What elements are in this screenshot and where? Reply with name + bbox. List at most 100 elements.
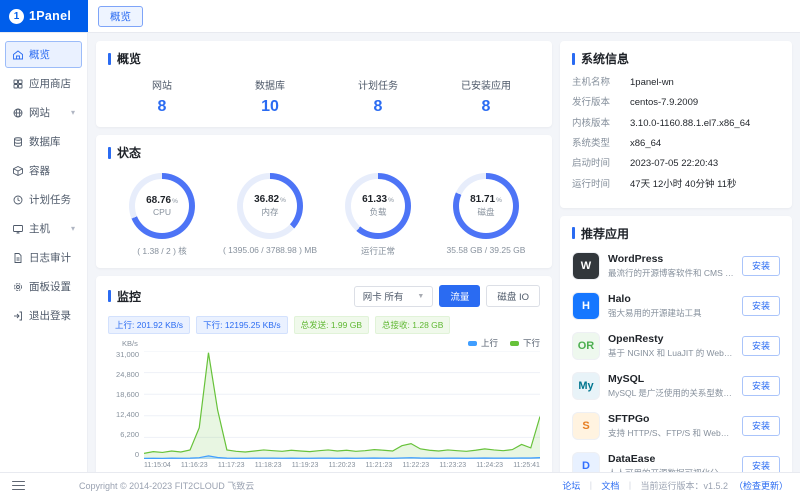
brand-logo-icon: 1: [9, 8, 24, 24]
sidebar-item[interactable]: 退出登录: [5, 302, 82, 329]
sidebar-item[interactable]: 数据库: [5, 128, 82, 155]
sidebar-item-icon: [12, 136, 24, 148]
system-info-row: 主机名称 1panel-wn: [572, 77, 780, 90]
install-button[interactable]: 安装: [741, 295, 780, 316]
status-gauge: 36.82% 内存 ( 1395.06 / 3788.98 ) MB: [216, 173, 324, 257]
y-tick-label: 18,600: [116, 390, 139, 400]
title-accent-bar: [108, 290, 111, 302]
app-icon: OR: [572, 331, 600, 360]
sidebar-item[interactable]: 日志审计: [5, 244, 82, 271]
gauge-label: 负载: [369, 207, 387, 217]
chevron-down-icon: ▾: [70, 224, 75, 233]
y-tick-label: 24,800: [116, 370, 139, 380]
system-info-rows: 主机名称 1panel-wn 发行版本 centos-7.9.2009 内核版本: [572, 77, 780, 191]
stat-tag: 总接收: 1.28 GB: [375, 316, 451, 334]
traffic-button[interactable]: 流量: [439, 285, 481, 307]
sidebar-item-label: 面板设置: [29, 281, 71, 293]
overview-stat[interactable]: 网站 8: [108, 77, 216, 116]
sidebar-item[interactable]: 概览: [5, 41, 82, 68]
sidebar-item[interactable]: 容器: [5, 157, 82, 184]
sidebar-item-icon: [12, 252, 24, 264]
app-icon: H: [572, 291, 600, 320]
disk-io-button[interactable]: 磁盘 IO: [486, 285, 540, 307]
overview-stat[interactable]: 已安装应用 8: [432, 77, 540, 116]
left-column: 概览 网站 8 数据库 10 计划任务 8 已安装应用 8 状态 68.76% …: [96, 41, 552, 472]
app-name[interactable]: WordPress: [608, 253, 734, 265]
check-update-link[interactable]: （检查更新）: [734, 479, 788, 492]
sidebar-collapse-icon[interactable]: [12, 480, 25, 491]
app-name[interactable]: MySQL: [608, 373, 734, 385]
stat-value: 8: [157, 98, 167, 115]
app-description: 基于 NGINX 和 LuaJIT 的 Web 平台: [608, 348, 734, 359]
stat-label: 网站: [152, 81, 172, 92]
app-icon: W: [572, 251, 600, 280]
chart-legend: 上行 下行: [467, 337, 540, 349]
x-tick-label: 11:16:23: [180, 462, 208, 469]
stat-value: 8: [481, 98, 491, 115]
sidebar-item-icon: [12, 223, 24, 235]
chevron-down-icon: ▾: [70, 108, 75, 117]
install-button[interactable]: 安装: [741, 415, 780, 436]
app-list: W WordPress 最流行的开源博客软件和 CMS 系统 安装 H Halo…: [572, 246, 780, 472]
legend-item[interactable]: 下行: [509, 337, 540, 349]
chevron-down-icon: ▼: [417, 292, 425, 300]
legend-item[interactable]: 上行: [467, 337, 498, 349]
system-info-card: 系统信息 主机名称 1panel-wn 发行版本 centos-7.9.2009…: [560, 41, 792, 208]
install-button[interactable]: 安装: [741, 255, 780, 276]
monitor-header: 监控 网卡 所有 ▼ 流量 磁盘 IO: [108, 285, 540, 307]
app-icon: My: [572, 371, 600, 400]
y-axis-unit: KB/s: [122, 338, 138, 348]
x-tick-label: 11:24:23: [476, 462, 504, 469]
overview-card: 概览 网站 8 数据库 10 计划任务 8 已安装应用 8: [96, 41, 552, 127]
x-tick-label: 11:25:41: [513, 462, 540, 469]
x-tick-label: 11:21:23: [365, 462, 393, 469]
status-title-text: 状态: [117, 146, 142, 160]
x-tick-label: 11:23:23: [439, 462, 467, 469]
app-name[interactable]: OpenResty: [608, 333, 734, 345]
app-name[interactable]: SFTPGo: [608, 413, 734, 425]
status-gauges: 68.76% CPU ( 1.38 / 2 ) 核 36.82% 内存 (13…: [108, 173, 540, 257]
gauge-ring: 36.82% 内存: [237, 173, 303, 239]
y-tick-label: 6,200: [120, 430, 139, 440]
system-info-row: 运行时间 47天 12小时 40分钟 11秒: [572, 179, 780, 192]
network-interface-select[interactable]: 网卡 所有 ▼: [353, 285, 434, 307]
app-icon: S: [572, 411, 600, 440]
sidebar-item[interactable]: 网站 ▾: [5, 99, 82, 126]
app-name[interactable]: DataEase: [608, 453, 734, 465]
info-value: 2023-07-05 22:20:43: [630, 158, 719, 170]
install-button[interactable]: 安装: [741, 335, 780, 356]
sidebar-item[interactable]: 面板设置: [5, 273, 82, 300]
info-label: 内核版本: [572, 117, 611, 129]
system-info-row: 内核版本 3.10.0-1160.88.1.el7.x86_64: [572, 118, 780, 131]
y-tick-label: 12,400: [116, 410, 139, 420]
system-info-row: 发行版本 centos-7.9.2009: [572, 97, 780, 110]
topbar: 概览: [88, 0, 800, 32]
main-content: 概览 网站 8 数据库 10 计划任务 8 已安装应用 8 状态 68.76% …: [88, 33, 800, 472]
brand-logo: 1 1Panel: [0, 0, 88, 32]
overview-stat[interactable]: 计划任务 8: [324, 77, 432, 116]
gauge-subtext: 运行正常: [360, 246, 395, 256]
install-button[interactable]: 安装: [741, 455, 780, 472]
app-name[interactable]: Halo: [608, 293, 734, 305]
x-tick-label: 11:17:23: [217, 462, 245, 469]
body: 概览 应用商店 网站 ▾ 数据库 容器 计划任务 主机 ▾ 日志审计 面板设置 …: [0, 33, 800, 472]
app-description: 强大易用的开源建站工具: [608, 308, 702, 319]
docs-link[interactable]: 文档: [601, 479, 619, 492]
sidebar-item[interactable]: 计划任务: [5, 186, 82, 213]
legend-color-dot: [509, 340, 519, 346]
status-card-title: 状态: [108, 144, 540, 161]
stat-tag: 上行: 201.92 KB/s: [108, 316, 191, 334]
monitor-chart: 31,000 24,800 18,600 12,400 6,200 0: [108, 351, 540, 459]
sidebar-item-label: 数据库: [29, 136, 61, 148]
app-description: 支持 HTTP/S、FTP/S 和 WebDAV 的 SFTP 服务: [608, 428, 734, 439]
tab-overview[interactable]: 概览: [98, 5, 143, 27]
app-list-item: W WordPress 最流行的开源博客软件和 CMS 系统 安装: [572, 246, 780, 286]
forum-link[interactable]: 论坛: [562, 479, 580, 492]
sidebar-item[interactable]: 应用商店: [5, 70, 82, 97]
header: 1 1Panel 概览: [0, 0, 800, 33]
install-button[interactable]: 安装: [741, 375, 780, 396]
gauge-ring: 68.76% CPU: [129, 173, 195, 239]
sidebar-item[interactable]: 主机 ▾: [5, 215, 82, 242]
overview-stat[interactable]: 数据库 10: [216, 77, 324, 116]
gauge-ring: 81.71% 磁盘: [453, 173, 519, 239]
